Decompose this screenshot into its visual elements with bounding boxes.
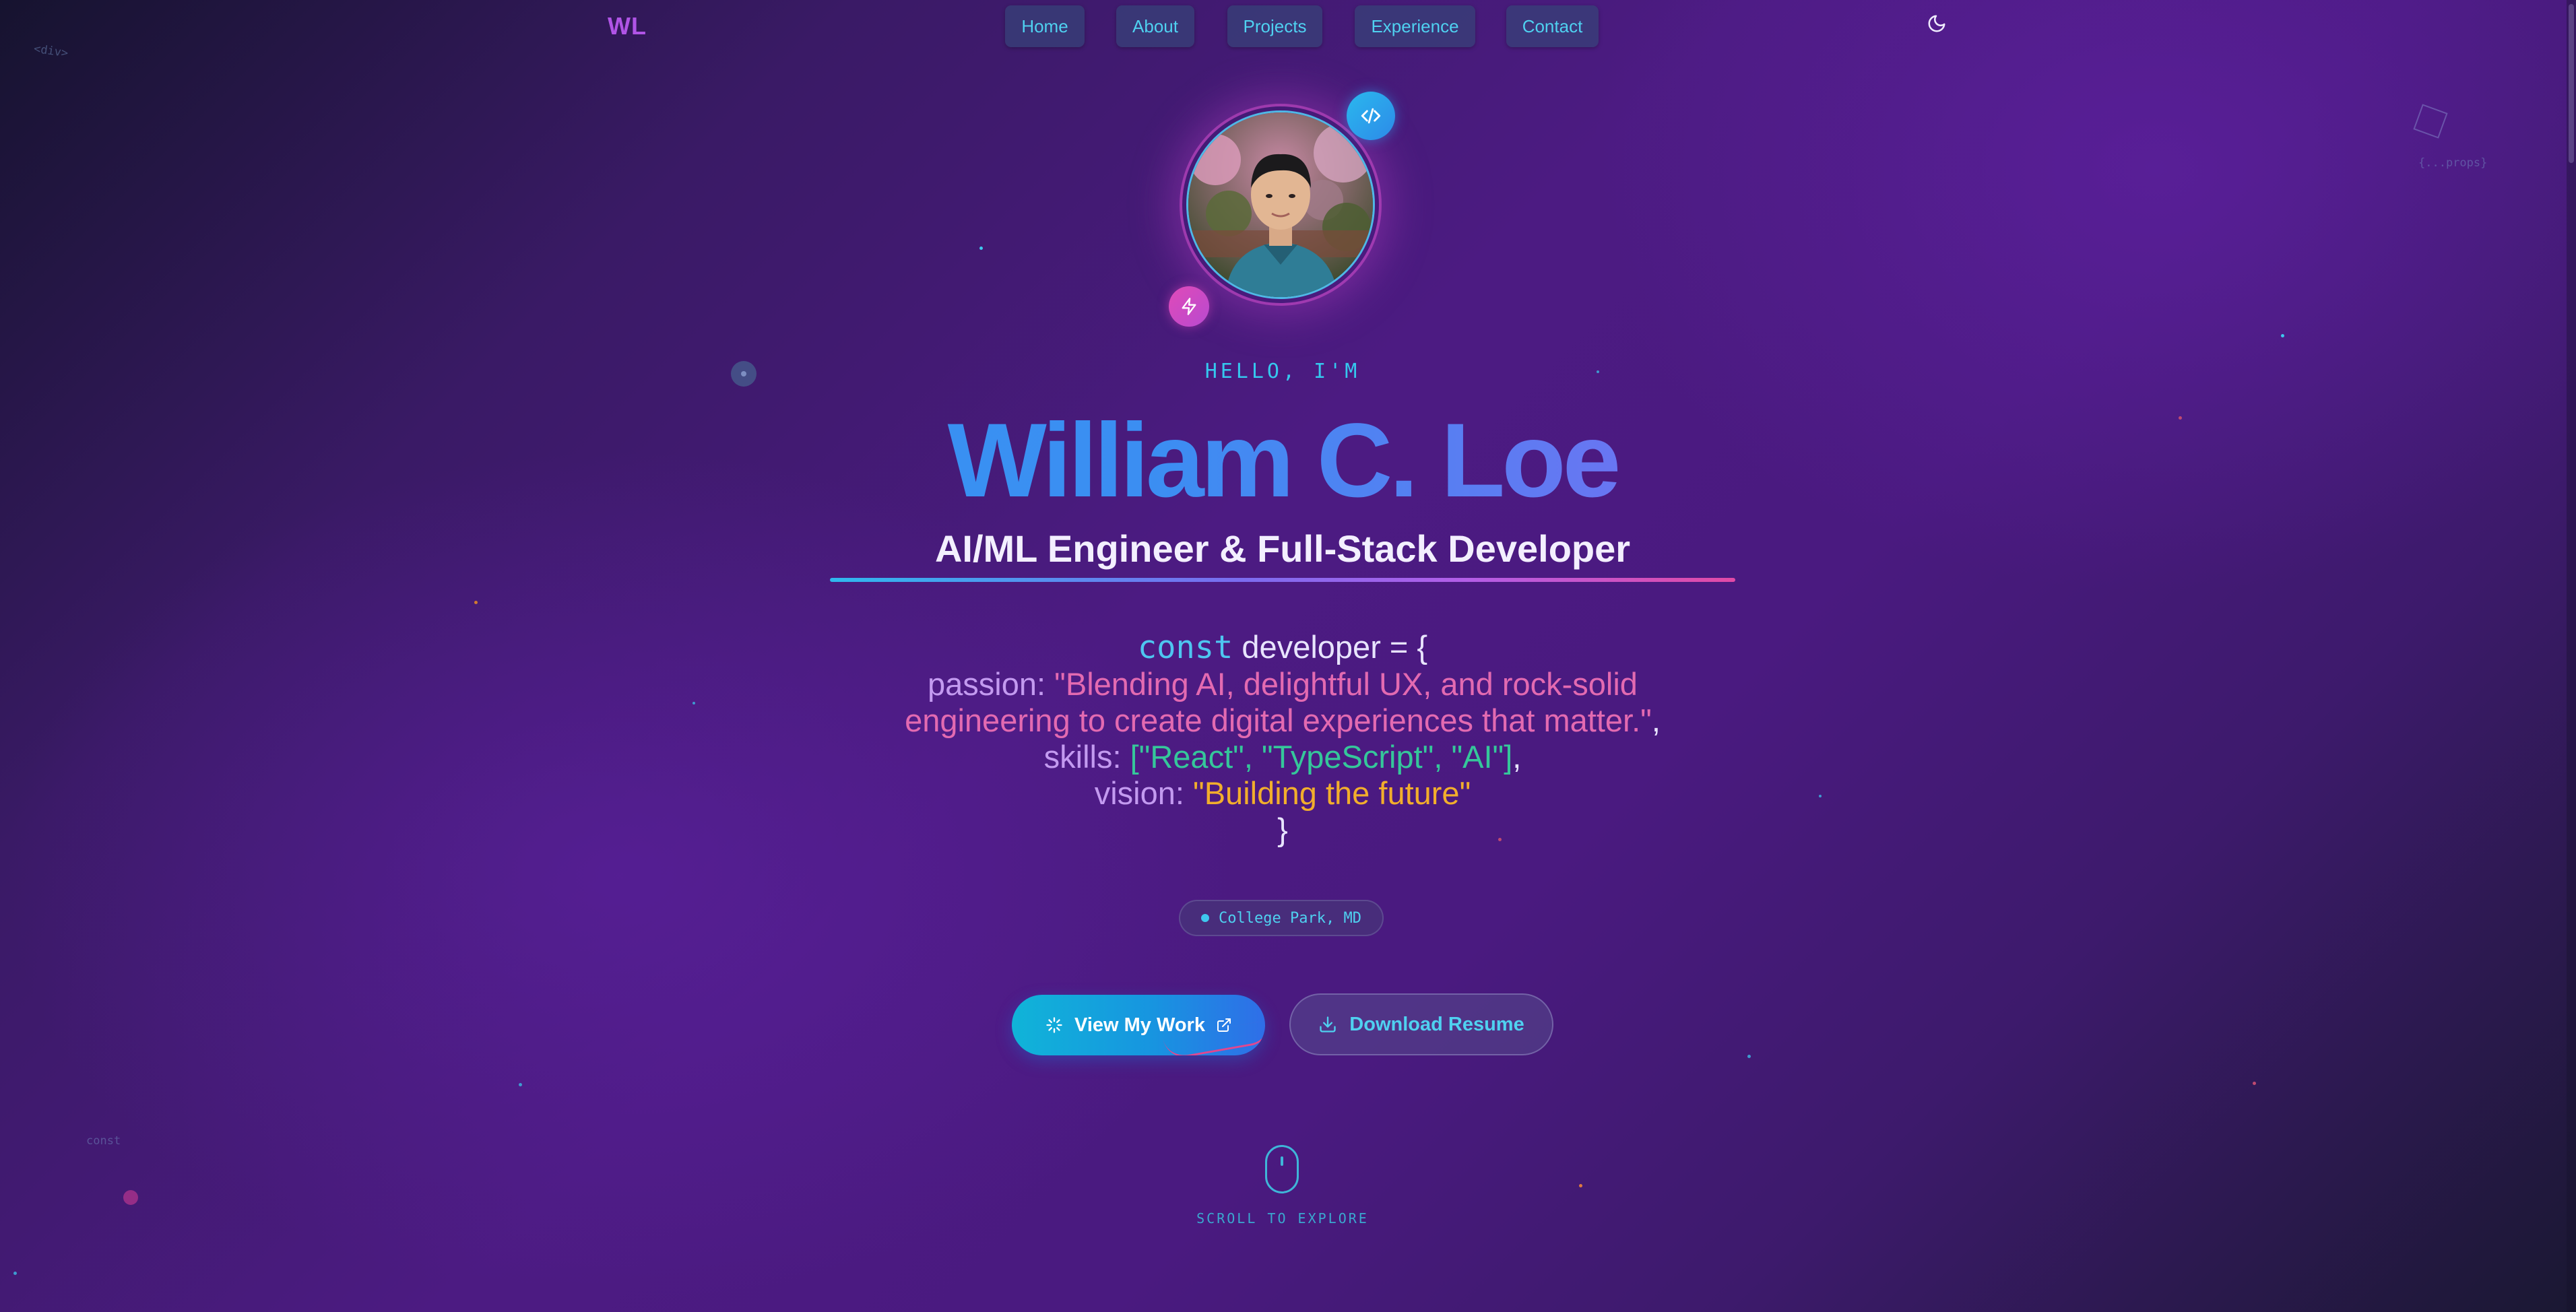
download-resume-label: Download Resume — [1349, 1013, 1524, 1035]
location-text: College Park, MD — [1219, 909, 1361, 927]
zap-badge — [1169, 286, 1209, 327]
decor-dot — [123, 1190, 138, 1205]
decor-dot — [2253, 1082, 2256, 1085]
theme-toggle-button[interactable] — [1927, 13, 1947, 34]
download-resume-button[interactable]: Download Resume — [1289, 993, 1553, 1055]
code-icon — [1361, 108, 1381, 124]
decor-code-fragment: {...props} — [2418, 156, 2488, 170]
code-badge — [1347, 92, 1395, 140]
code-comma: , — [1651, 702, 1661, 738]
zap-icon — [1182, 298, 1196, 315]
code-vision-value: "Building the future" — [1193, 775, 1471, 811]
avatar — [1186, 110, 1375, 299]
nav-experience[interactable]: Experience — [1355, 5, 1475, 47]
location-dot-icon — [1201, 914, 1210, 922]
code-vision-key: vision: — [1094, 775, 1184, 811]
code-line-declaration: const developer = { — [0, 629, 2565, 666]
code-line-vision: vision: "Building the future" — [0, 775, 2565, 812]
greeting: HELLO, I'M — [1204, 360, 1361, 383]
scrollbar-thumb[interactable] — [2569, 4, 2574, 163]
nav-home[interactable]: Home — [1005, 5, 1085, 47]
decor-dot — [2281, 334, 2284, 337]
code-skills-value: ["React", "TypeScript", "AI"] — [1130, 739, 1513, 775]
sparkles-icon — [1046, 1017, 1062, 1033]
code-passion-key: passion: — [928, 666, 1046, 702]
title-underline — [830, 578, 1735, 582]
scroll-wheel — [1281, 1156, 1283, 1166]
page: <div> {...props} const WL Home About Pro… — [0, 0, 2576, 1312]
nav-contact[interactable]: Contact — [1506, 5, 1599, 47]
decor-dot — [13, 1272, 17, 1275]
decor-dot — [519, 1083, 522, 1086]
code-comma: , — [1512, 739, 1522, 775]
code-line-skills: skills: ["React", "TypeScript", "AI"], — [0, 739, 2565, 775]
nav-about[interactable]: About — [1116, 5, 1194, 47]
decor-dot — [474, 601, 478, 604]
nav-projects[interactable]: Projects — [1227, 5, 1322, 47]
hero-name: William C. Loe — [0, 400, 2565, 521]
code-skills-key: skills: — [1043, 739, 1122, 775]
decor-dot — [979, 247, 983, 250]
view-work-button[interactable]: View My Work — [1012, 995, 1265, 1055]
decor-diamond-icon — [2413, 104, 2448, 139]
location-badge: College Park, MD — [1179, 900, 1384, 936]
moon-icon — [1928, 15, 1945, 32]
decor-dot — [1579, 1184, 1582, 1187]
code-closing: } — [1277, 812, 1288, 847]
scroll-label: SCROLL TO EXPLORE — [1196, 1210, 1369, 1226]
code-snippet: const developer = { passion: "Blending A… — [0, 629, 2565, 848]
hero-title: AI/ML Engineer & Full-Stack Developer — [934, 527, 1631, 570]
profile-photo — [1188, 112, 1373, 297]
decor-code-fragment: const — [86, 1134, 121, 1148]
code-declaration: developer = { — [1242, 629, 1428, 665]
main-nav: Home About Projects Experience Contact — [0, 5, 2576, 47]
view-work-label: View My Work — [1074, 1014, 1205, 1036]
code-line-passion: passion: "Blending AI, delightful UX, an… — [892, 666, 1673, 739]
page-scrollbar[interactable] — [2567, 0, 2576, 1312]
decor-dot — [1747, 1055, 1751, 1058]
scroll-mouse-icon[interactable] — [1265, 1145, 1299, 1193]
download-icon — [1320, 1016, 1336, 1032]
code-keyword: const — [1137, 629, 1233, 666]
